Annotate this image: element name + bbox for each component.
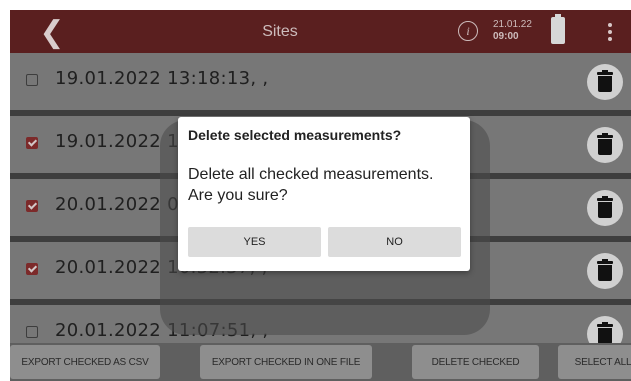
dialog-title: Delete selected measurements? [188, 127, 402, 143]
no-button[interactable]: NO [328, 227, 461, 257]
yes-button[interactable]: YES [188, 227, 321, 257]
dialog-message-line1: Delete all checked measurements. [188, 166, 434, 183]
row-checkbox[interactable] [26, 326, 38, 338]
trash-icon[interactable] [587, 64, 623, 100]
battery-icon [551, 14, 565, 44]
delete-checked-button[interactable]: DELETE CHECKED [412, 345, 539, 379]
title-bar: ❮ Sites i 21.01.22 09:00 [10, 10, 631, 53]
row-checkbox[interactable] [26, 74, 38, 86]
list-item[interactable]: 19.01.2022 13:18:13, , [10, 53, 631, 110]
trash-icon[interactable] [587, 127, 623, 163]
export-csv-button[interactable]: EXPORT CHECKED AS CSV [10, 345, 160, 379]
bottom-toolbar: EXPORT CHECKED AS CSV EXPORT CHECKED IN … [10, 343, 631, 381]
trash-icon[interactable] [587, 253, 623, 289]
trash-icon[interactable] [587, 190, 623, 226]
export-one-file-button[interactable]: EXPORT CHECKED IN ONE FILE [200, 345, 372, 379]
row-checkbox[interactable] [26, 137, 38, 149]
row-checkbox[interactable] [26, 200, 38, 212]
trash-icon[interactable] [587, 316, 623, 343]
top-strip [0, 0, 631, 10]
more-vert-icon[interactable] [600, 18, 620, 46]
back-button[interactable]: ❮ [32, 14, 72, 50]
row-checkbox[interactable] [26, 263, 38, 275]
info-icon[interactable]: i [458, 21, 478, 41]
dialog-message: Delete all checked measurements. Are you… [188, 164, 468, 206]
row-label: 19.01.2022 13:18:13, , [55, 68, 269, 89]
date-label: 21.01.22 [493, 19, 532, 30]
dialog-message-line2: Are you sure? [188, 187, 288, 204]
confirm-dialog: Delete selected measurements? Delete all… [178, 117, 470, 271]
chevron-left-icon: ❮ [39, 14, 65, 50]
page-title: Sites [262, 23, 298, 40]
time-label: 09:00 [493, 31, 519, 42]
select-all-button[interactable]: SELECT ALL [558, 345, 631, 379]
date-time: 21.01.22 09:00 [493, 19, 532, 43]
